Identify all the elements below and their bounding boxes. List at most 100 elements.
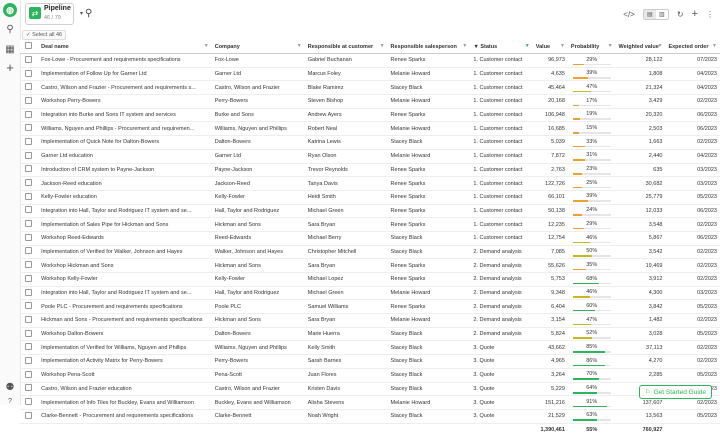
deal-name[interactable]: Jackson-Reed education bbox=[38, 176, 212, 191]
table-row[interactable]: Poole PLC - Procurement and requirements… bbox=[20, 299, 720, 315]
deal-name[interactable]: Integration into Hall, Taylor and Rodrig… bbox=[38, 204, 212, 219]
table-row[interactable]: Workshop Reed-Edwards Reed-Edwards Michael… bbox=[20, 231, 720, 246]
row-checkbox[interactable] bbox=[20, 217, 39, 232]
table-row[interactable]: Hickman and Sons - Procurement and requi… bbox=[20, 313, 720, 328]
deal-name[interactable]: Fox-Lowe - Procurement and requirements … bbox=[38, 53, 212, 68]
deal-name[interactable]: Castro, Wilson and Frazier education bbox=[38, 382, 212, 397]
deal-name[interactable]: Workshop Hickman and Sons bbox=[38, 258, 212, 273]
row-checkbox[interactable] bbox=[20, 382, 39, 397]
deal-name[interactable]: Williams, Nguyen and Phillips - Procurem… bbox=[38, 121, 212, 137]
user-icon[interactable]: ⚉ bbox=[3, 380, 17, 394]
row-checkbox[interactable] bbox=[20, 176, 39, 191]
col-resp-sales[interactable]: Responsible salesperson ▼ bbox=[387, 40, 471, 54]
deal-name[interactable]: Introduction of CRM system to Payne-Jack… bbox=[38, 163, 212, 178]
deal-name[interactable]: Implementation of Verified for Williams,… bbox=[38, 340, 212, 356]
help-icon[interactable]: ? bbox=[3, 394, 17, 408]
row-checkbox[interactable] bbox=[20, 395, 39, 410]
deal-name[interactable]: Workshop Reed-Edwards bbox=[38, 231, 212, 246]
row-checkbox[interactable] bbox=[20, 258, 39, 273]
deal-name[interactable]: Implementation of Info Tiles for Buckley… bbox=[38, 395, 212, 410]
row-checkbox[interactable] bbox=[20, 313, 39, 328]
row-checkbox[interactable] bbox=[20, 190, 39, 205]
deal-name[interactable]: Integration into Burke and Sons IT syste… bbox=[38, 108, 212, 123]
row-checkbox[interactable] bbox=[20, 327, 39, 342]
table-row[interactable]: Implementation of Info Tiles for Buckley… bbox=[20, 395, 720, 410]
deal-name[interactable]: Poole PLC - Procurement and requirements… bbox=[38, 299, 212, 315]
refresh-icon[interactable]: ↻ bbox=[677, 10, 684, 19]
deal-name[interactable]: Implementation of Quick Note for Dalton-… bbox=[38, 135, 212, 150]
row-checkbox[interactable] bbox=[20, 245, 39, 260]
table-row[interactable]: Integration into Burke and Sons IT syste… bbox=[20, 108, 720, 123]
col-value[interactable]: Value ▼ bbox=[532, 40, 568, 54]
table-row[interactable]: Implementation of Follow Up for Garner L… bbox=[20, 67, 720, 82]
deal-name[interactable]: Workshop Pena-Scott bbox=[38, 368, 212, 383]
deal-name[interactable]: Hickman and Sons - Procurement and requi… bbox=[38, 313, 212, 328]
row-checkbox[interactable] bbox=[20, 94, 39, 109]
search-icon[interactable]: ⚲ bbox=[85, 8, 92, 19]
col-deal-name[interactable]: Deal name ▼ bbox=[38, 40, 212, 54]
deal-name[interactable]: Kelly-Fowler education bbox=[38, 190, 212, 205]
select-all-checkbox[interactable] bbox=[20, 40, 39, 54]
deal-name[interactable]: Implementation of Sales Pipe for Hickman… bbox=[38, 217, 212, 232]
table-row[interactable]: Castro, Wilson and Frazier education Cast… bbox=[20, 382, 720, 397]
table-row[interactable]: Workshop Perry-Bowers Perry-Bowers Steven … bbox=[20, 94, 720, 109]
row-checkbox[interactable] bbox=[20, 368, 39, 383]
row-checkbox[interactable] bbox=[20, 149, 39, 164]
table-row[interactable]: Implementation of Activity Matrix for Pe… bbox=[20, 354, 720, 369]
table-row[interactable]: Introduction of CRM system to Payne-Jack… bbox=[20, 163, 720, 178]
row-checkbox[interactable] bbox=[20, 299, 39, 315]
deal-name[interactable]: Workshop Perry-Bowers bbox=[38, 94, 212, 109]
row-checkbox[interactable] bbox=[20, 163, 39, 178]
row-checkbox[interactable] bbox=[20, 340, 39, 356]
deal-name[interactable]: Castro, Wilson and Frazier - Procurement… bbox=[38, 80, 212, 96]
pipeline-selector[interactable]: ⇄ Pipeline 46 / 79 ▾ bbox=[25, 3, 83, 25]
select-all-button[interactable]: ✓ Select all 46 bbox=[22, 30, 67, 40]
table-row[interactable]: Castro, Wilson and Frazier - Procurement… bbox=[20, 80, 720, 96]
row-checkbox[interactable] bbox=[20, 231, 39, 246]
table-row[interactable]: Implementation of Verified for Williams,… bbox=[20, 340, 720, 356]
row-checkbox[interactable] bbox=[20, 53, 39, 68]
row-checkbox[interactable] bbox=[20, 409, 39, 424]
table-row[interactable]: Jackson-Reed education Jackson-Reed Tanya … bbox=[20, 176, 720, 191]
row-checkbox[interactable] bbox=[20, 204, 39, 219]
row-checkbox[interactable] bbox=[20, 67, 39, 82]
deal-name[interactable]: Implementation of Verified for Walker, J… bbox=[38, 245, 212, 260]
get-started-guide-button[interactable]: ⚐ Get Started Guide bbox=[638, 385, 712, 399]
table-row[interactable]: Implementation of Sales Pipe for Hickman… bbox=[20, 217, 720, 232]
deal-name[interactable]: Garner Ltd education bbox=[38, 149, 212, 164]
table-row[interactable]: Workshop Kelly-Fowler Kelly-Fowler Michael… bbox=[20, 272, 720, 287]
row-checkbox[interactable] bbox=[20, 80, 39, 96]
add-deal-icon[interactable]: + bbox=[692, 8, 698, 20]
board-view-icon[interactable]: ▥ bbox=[656, 10, 668, 19]
col-resp-customer[interactable]: Responsible at customer ▼ bbox=[304, 40, 388, 54]
table-row[interactable]: Workshop Hickman and Sons Hickman and Son… bbox=[20, 258, 720, 273]
col-expected-order[interactable]: Expected order ▼ bbox=[665, 40, 720, 54]
table-row[interactable]: Garner Ltd education Garner Ltd Ryan Olson… bbox=[20, 149, 720, 164]
search-icon[interactable]: ⚲ bbox=[3, 22, 17, 36]
row-checkbox[interactable] bbox=[20, 286, 39, 301]
table-row[interactable]: Fox-Lowe - Procurement and requirements … bbox=[20, 53, 720, 68]
deal-name[interactable]: Implementation of Activity Matrix for Pe… bbox=[38, 354, 212, 369]
table-row[interactable]: Workshop Dalton-Bowers Dalton-Bowers Marie… bbox=[20, 327, 720, 342]
col-weighted-value[interactable]: Weighted value ▼ bbox=[615, 40, 666, 54]
deal-name[interactable]: Implementation of Follow Up for Garner L… bbox=[38, 67, 212, 82]
row-checkbox[interactable] bbox=[20, 354, 39, 369]
col-company[interactable]: Company ▼ bbox=[211, 40, 305, 54]
table-row[interactable]: Kelly-Fowler education Kelly-Fowler Heidi … bbox=[20, 190, 720, 205]
row-checkbox[interactable] bbox=[20, 135, 39, 150]
table-row[interactable]: Implementation of Verified for Walker, J… bbox=[20, 245, 720, 260]
row-checkbox[interactable] bbox=[20, 108, 39, 123]
row-checkbox[interactable] bbox=[20, 121, 39, 137]
code-view-icon[interactable]: </> bbox=[623, 10, 635, 19]
list-view-icon[interactable]: ▤ bbox=[643, 9, 656, 19]
table-row[interactable]: Williams, Nguyen and Phillips - Procurem… bbox=[20, 121, 720, 137]
grid-icon[interactable]: ▦ bbox=[3, 42, 17, 56]
chevron-down-icon[interactable]: ▾ bbox=[80, 10, 83, 17]
table-row[interactable]: Implementation of Quick Note for Dalton-… bbox=[20, 135, 720, 150]
row-checkbox[interactable] bbox=[20, 272, 39, 287]
app-logo-icon[interactable]: ◍ bbox=[3, 3, 17, 17]
table-row[interactable]: Workshop Pena-Scott Pena-Scott Juan Flores… bbox=[20, 368, 720, 383]
col-status[interactable]: ▼ Status ▼ bbox=[470, 40, 533, 54]
deal-name[interactable]: Clarke-Bennett - Procurement and require… bbox=[38, 409, 212, 424]
col-probability[interactable]: Probability ▼ bbox=[567, 40, 616, 54]
